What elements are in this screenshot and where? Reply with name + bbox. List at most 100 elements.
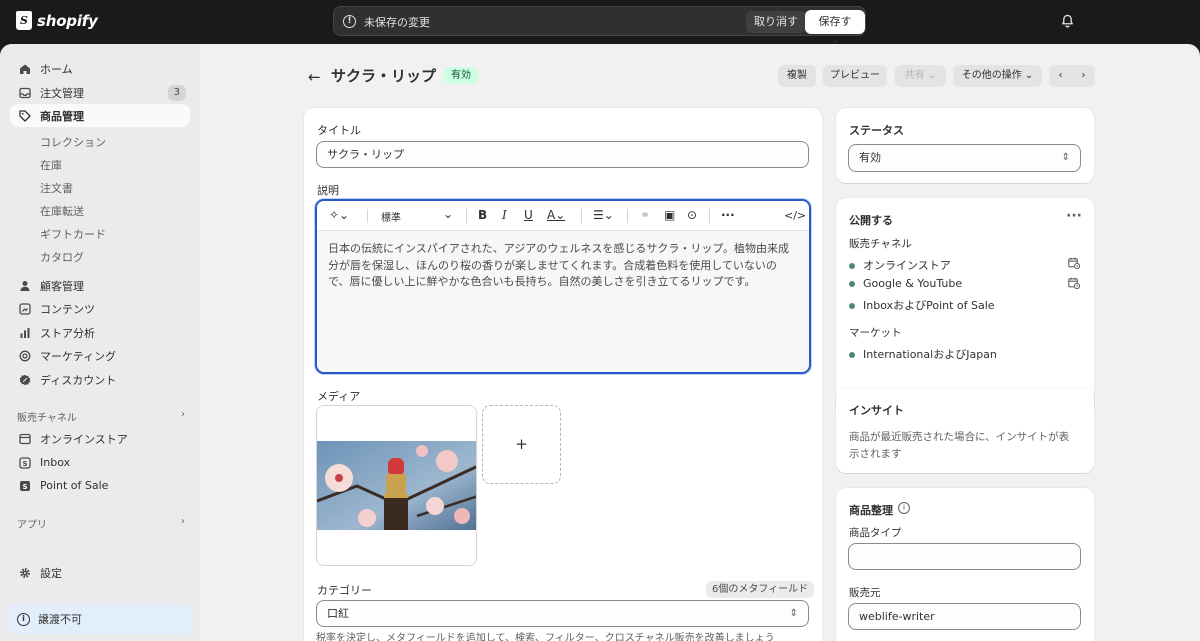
italic-icon[interactable]: I <box>502 208 507 222</box>
status-dot <box>849 303 855 309</box>
status-badge: 有効 <box>444 67 478 84</box>
product-image <box>317 406 476 565</box>
sidebar-subitem-catalogs[interactable]: カタログ <box>40 249 84 265</box>
image-icon[interactable]: ▣ <box>664 208 675 222</box>
previous-product-button[interactable]: ‹ <box>1049 65 1072 87</box>
link-icon[interactable]: ⚭ <box>640 208 650 222</box>
sidebar-item-label: 商品管理 <box>40 109 84 123</box>
duplicate-button[interactable]: 複製 <box>778 65 816 87</box>
top-bar: shopify ! 未保存の変更 取り消す 保存する <box>0 0 1200 52</box>
sidebar-item-online-store[interactable]: オンラインストア <box>10 427 190 450</box>
align-icon[interactable]: ☰⌄ <box>593 208 614 222</box>
title-input[interactable]: サクラ・リップ <box>316 141 809 168</box>
app-frame: ホーム 注文管理 3 商品管理 コレクション 在庫 注文書 在庫転送 ギフトカー… <box>0 44 1200 641</box>
sidebar-item-orders[interactable]: 注文管理 3 <box>10 81 190 104</box>
apps-section[interactable]: アプリ › <box>17 516 185 531</box>
toolbar-divider <box>581 209 582 223</box>
toolbar-divider <box>466 209 467 223</box>
sidebar-item-customers[interactable]: 顧客管理 <box>10 274 190 297</box>
shopify-bag-icon <box>16 11 32 30</box>
video-icon[interactable]: ⊙ <box>687 208 697 222</box>
sidebar-item-label: ホーム <box>40 62 73 76</box>
chevron-right-icon: › <box>181 409 185 420</box>
notifications-bell-icon[interactable] <box>1061 14 1074 28</box>
more-options-icon[interactable]: ··· <box>721 208 735 222</box>
product-image-thumbnail[interactable] <box>316 405 477 566</box>
sidebar-item-label: ディスカウント <box>40 373 117 387</box>
sidebar-subitem-transfers[interactable]: 在庫転送 <box>40 203 84 219</box>
toolbar-divider <box>367 209 368 223</box>
sidebar-item-label: コンテンツ <box>40 302 95 316</box>
sidebar-item-discounts[interactable]: ディスカウント <box>10 368 190 391</box>
description-editor[interactable]: ✧⌄ 標準 ⌄ B I U A⌄ ☰⌄ ⚭ ▣ ⊙ ··· </> 日本の伝統に… <box>315 199 811 374</box>
metafields-badge[interactable]: 6個のメタフィールド <box>706 581 815 598</box>
share-button[interactable]: 共有 ⌄ <box>895 65 946 87</box>
product-organization-card: 商品整理 i 商品タイプ 販売元 weblife-writer <box>836 488 1094 641</box>
preview-button[interactable]: プレビュー <box>823 65 887 87</box>
sidebar-item-point-of-sale[interactable]: S Point of Sale <box>10 474 190 497</box>
channel-inbox-pos: InboxおよびPoint of Sale <box>849 297 995 313</box>
description-text[interactable]: 日本の伝統にインスパイアされた、アジアのウェルネスを感じるサクラ・リップ。植物由… <box>328 241 798 291</box>
share-label: 共有 <box>904 70 925 81</box>
schedule-calendar-icon[interactable] <box>1068 277 1080 289</box>
unsaved-message: 未保存の変更 <box>364 16 430 29</box>
media-label: メディア <box>317 390 361 403</box>
format-select[interactable]: 標準 <box>381 209 401 224</box>
toolbar-divider <box>627 209 628 223</box>
sidebar: ホーム 注文管理 3 商品管理 コレクション 在庫 注文書 在庫転送 ギフトカー… <box>0 44 200 641</box>
non-transferable-notice[interactable]: i 譲渡不可 <box>7 604 193 634</box>
sidebar-item-analytics[interactable]: ストア分析 <box>10 321 190 344</box>
more-actions-button[interactable]: その他の操作 ⌄ <box>953 65 1042 87</box>
bold-icon[interactable]: B <box>478 208 487 222</box>
next-product-button[interactable]: › <box>1072 65 1095 87</box>
more-actions-label: その他の操作 <box>961 70 1022 81</box>
sidebar-item-products[interactable]: 商品管理 <box>10 104 190 127</box>
organization-card-title: 商品整理 <box>849 504 893 517</box>
sidebar-item-marketing[interactable]: マーケティング <box>10 344 190 367</box>
publishing-card: 公開する ··· 販売チャネル オンラインストア Google & YouTub… <box>836 198 1094 418</box>
sidebar-item-inbox[interactable]: S Inbox <box>10 451 190 474</box>
inbox-app-icon: S <box>18 456 32 470</box>
insights-card-title: インサイト <box>849 404 904 417</box>
vendor-input[interactable]: weblife-writer <box>848 603 1081 630</box>
sidebar-subitem-purchase-orders[interactable]: 注文書 <box>40 180 73 196</box>
title-label: タイトル <box>317 124 361 137</box>
chevron-left-icon: ‹ <box>1058 70 1063 81</box>
category-select[interactable]: 口紅 ⇕ <box>316 600 809 627</box>
sales-channels-section[interactable]: 販売チャネル › <box>17 409 185 424</box>
back-arrow-icon[interactable]: ← <box>308 68 321 86</box>
sidebar-item-label: Inbox <box>40 456 71 469</box>
warning-icon: ! <box>343 15 356 28</box>
underline-icon[interactable]: U <box>524 208 533 222</box>
more-options-icon[interactable]: ··· <box>1066 208 1082 224</box>
text-color-icon[interactable]: A⌄ <box>547 208 565 222</box>
product-details-card: タイトル サクラ・リップ 説明 ✧⌄ 標準 ⌄ B I U A⌄ ☰⌄ ⚭ ▣ … <box>304 108 822 641</box>
select-chevrons-icon: ⇕ <box>1061 152 1070 163</box>
svg-text:S: S <box>22 459 27 467</box>
target-icon <box>18 349 32 363</box>
content-icon <box>18 302 32 316</box>
ai-sparkle-icon[interactable]: ✧⌄ <box>329 208 349 222</box>
vendor-label: 販売元 <box>849 587 881 599</box>
shopify-logo[interactable]: shopify <box>16 11 98 30</box>
description-label: 説明 <box>317 184 339 197</box>
product-type-input[interactable] <box>848 543 1081 570</box>
plus-icon: + <box>515 435 528 453</box>
sidebar-subitem-gift-cards[interactable]: ギフトカード <box>40 226 106 242</box>
status-select[interactable]: 有効 ⇕ <box>848 144 1081 172</box>
store-icon <box>18 432 32 446</box>
sidebar-subitem-inventory[interactable]: 在庫 <box>40 157 62 173</box>
save-button[interactable]: 保存する <box>805 10 865 52</box>
sidebar-subitem-collections[interactable]: コレクション <box>40 134 106 150</box>
sidebar-item-label: 顧客管理 <box>40 279 84 293</box>
info-icon[interactable]: i <box>898 502 910 514</box>
pos-icon: S <box>18 479 32 493</box>
schedule-calendar-icon[interactable] <box>1068 257 1080 269</box>
sidebar-item-settings[interactable]: 設定 <box>10 561 190 584</box>
sidebar-item-content[interactable]: コンテンツ <box>10 297 190 320</box>
add-media-button[interactable]: + <box>482 405 561 484</box>
discard-button[interactable]: 取り消す <box>746 11 806 33</box>
chevron-right-icon: › <box>1081 70 1086 81</box>
code-view-icon[interactable]: </> <box>784 209 806 222</box>
sidebar-item-home[interactable]: ホーム <box>10 57 190 80</box>
